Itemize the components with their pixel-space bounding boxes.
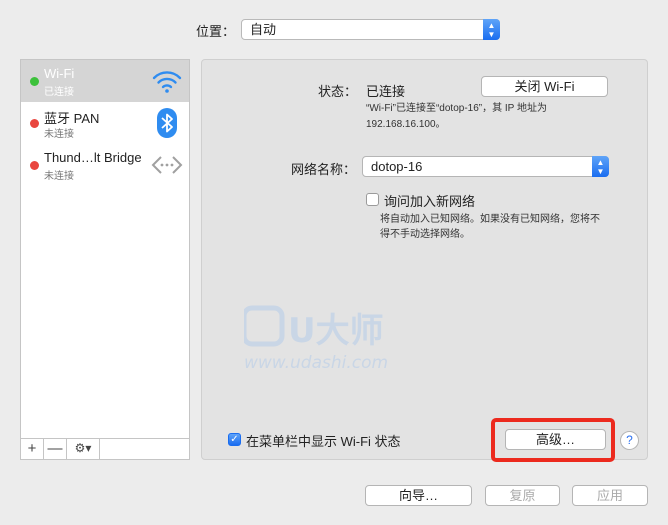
status-description-line1: “Wi-Fi”已连接至“dotop-16”，其 IP 地址为 <box>366 103 547 114</box>
service-status: 已连接 <box>44 87 74 98</box>
show-wifi-status-checkbox[interactable]: ✓ <box>228 433 241 446</box>
help-button[interactable]: ? <box>620 431 639 450</box>
status-label: 状态： <box>318 84 358 99</box>
status-dot <box>30 77 39 86</box>
advanced-button-highlight <box>491 418 615 462</box>
bluetooth-icon <box>157 108 177 138</box>
revert-button[interactable]: 复原 <box>485 485 560 506</box>
remove-service-button[interactable]: — <box>44 439 67 459</box>
udashi-watermark-logo: U大师 www.udashi.com <box>244 305 388 373</box>
ask-join-description-line1: 将自动加入已知网络。如果没有已知网络，您将不 <box>380 214 600 225</box>
assistant-button[interactable]: 向导… <box>365 485 472 506</box>
service-list-toolbar: + — ⚙▾ <box>21 438 189 459</box>
ask-join-description-line2: 得不手动选择网络。 <box>380 229 470 240</box>
network-name-value: dotop-16 <box>371 159 423 174</box>
watermark-logo-text: U大师 <box>288 311 384 351</box>
service-status: 未连接 <box>44 171 74 182</box>
service-name: Thund…lt Bridge <box>44 150 142 165</box>
gear-menu-button[interactable]: ⚙▾ <box>67 439 100 459</box>
service-list[interactable]: Wi-Fi 已连接 蓝牙 PAN 未连接 Thund…lt Bridge 未连接 <box>20 59 190 460</box>
thunderbolt-bridge-icon <box>151 156 183 174</box>
chevron-updown-icon: ▲ ▼ <box>592 156 609 177</box>
turn-off-wifi-button[interactable]: 关闭 Wi-Fi <box>481 76 608 97</box>
service-item-bluetooth-pan[interactable]: 蓝牙 PAN 未连接 <box>21 102 189 144</box>
status-dot <box>30 161 39 170</box>
ask-join-checkbox[interactable] <box>366 193 379 206</box>
service-status: 未连接 <box>44 129 74 140</box>
network-name-select[interactable]: dotop-16 ▲ ▼ <box>362 156 609 177</box>
location-label: 位置： <box>196 24 236 39</box>
ask-join-label: 询问加入新网络 <box>384 194 476 209</box>
status-dot <box>30 119 39 128</box>
apply-button[interactable]: 应用 <box>572 485 648 506</box>
service-item-wifi[interactable]: Wi-Fi 已连接 <box>21 60 189 102</box>
location-select[interactable]: 自动 ▲ ▼ <box>241 19 500 40</box>
status-value: 已连接 <box>366 84 406 99</box>
chevron-updown-icon: ▲ ▼ <box>483 19 500 40</box>
status-description-line2: 192.168.16.100。 <box>366 119 446 130</box>
add-service-button[interactable]: + <box>21 439 44 459</box>
wifi-settings-panel: 状态： 已连接 关闭 Wi-Fi “Wi-Fi”已连接至“dotop-16”，其… <box>201 59 648 460</box>
wifi-icon <box>152 71 182 93</box>
service-item-thunderbolt-bridge[interactable]: Thund…lt Bridge 未连接 <box>21 144 189 186</box>
location-value: 自动 <box>250 22 277 37</box>
watermark-url: www.udashi.com <box>244 353 388 373</box>
show-wifi-status-label: 在菜单栏中显示 Wi-Fi 状态 <box>246 434 401 449</box>
service-name: Wi-Fi <box>44 66 75 81</box>
network-name-label: 网络名称： <box>291 162 357 177</box>
